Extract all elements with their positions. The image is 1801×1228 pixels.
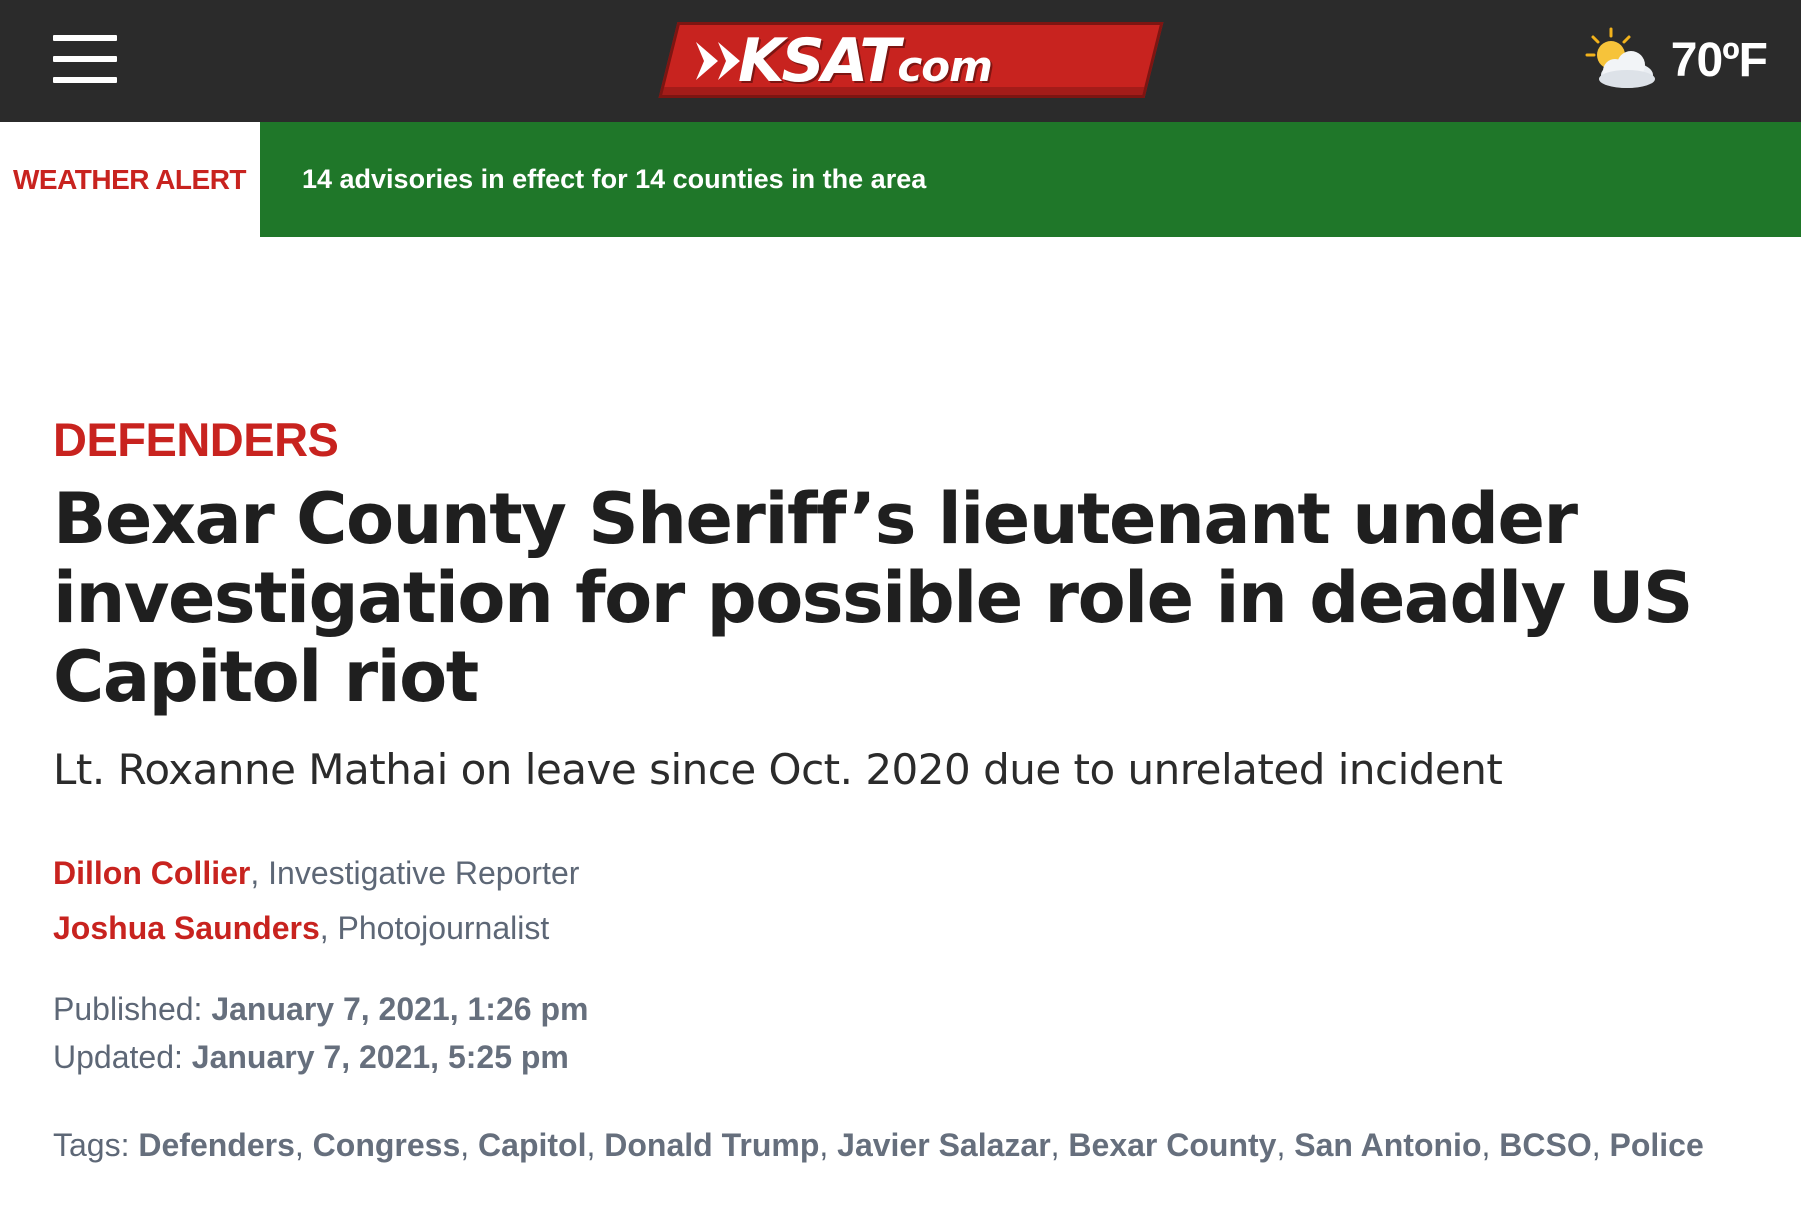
section-label-defenders[interactable]: DEFENDERS	[53, 412, 339, 468]
author-role: , Investigative Reporter	[250, 855, 580, 891]
tags-label: Tags:	[53, 1127, 139, 1163]
logo-main-text: KSAT	[738, 26, 900, 96]
tag-link[interactable]: Congress	[313, 1127, 461, 1163]
tag-link[interactable]: Javier Salazar	[837, 1127, 1051, 1163]
author-link[interactable]: Dillon Collier	[53, 855, 250, 891]
weather-alert-label: WEATHER ALERT	[0, 122, 260, 237]
author-link[interactable]: Joshua Saunders	[53, 910, 320, 946]
top-nav-bar: KSATcom 70ºF	[0, 0, 1801, 122]
partly-sunny-icon	[1585, 27, 1655, 88]
byline-author-2: Joshua Saunders, Photojournalist	[53, 908, 549, 948]
tag-separator: ,	[1591, 1127, 1610, 1163]
updated-label: Updated:	[53, 1039, 192, 1075]
ksat-logo[interactable]: KSATcom	[658, 22, 1164, 98]
weather-widget[interactable]: 70ºF	[1581, 24, 1768, 96]
tag-link[interactable]: Police	[1610, 1127, 1704, 1163]
tag-separator: ,	[1481, 1127, 1500, 1163]
updated-date-line: Updated: January 7, 2021, 5:25 pm	[53, 1037, 569, 1077]
hamburger-menu-icon[interactable]	[53, 35, 117, 84]
author-role: , Photojournalist	[319, 910, 550, 946]
tag-separator: ,	[460, 1127, 479, 1163]
logo-suffix-text: com	[897, 42, 993, 91]
tag-link[interactable]: BCSO	[1499, 1127, 1591, 1163]
article-subheadline: Lt. Roxanne Mathai on leave since Oct. 2…	[53, 745, 1503, 794]
article-headline: Bexar County Sheriff’s lieutenant under …	[53, 478, 1693, 718]
published-date: January 7, 2021, 1:26 pm	[211, 991, 589, 1027]
tag-separator: ,	[294, 1127, 313, 1163]
weather-alert-message[interactable]: 14 advisories in effect for 14 counties …	[260, 122, 1801, 237]
tag-separator: ,	[1276, 1127, 1295, 1163]
published-label: Published:	[53, 991, 212, 1027]
logo-wordmark: KSATcom	[738, 26, 993, 96]
tags-line: Tags: Defenders, Congress, Capitol, Dona…	[53, 1125, 1793, 1165]
published-date-line: Published: January 7, 2021, 1:26 pm	[53, 989, 588, 1029]
tag-link[interactable]: Donald Trump	[604, 1127, 819, 1163]
tag-separator: ,	[1050, 1127, 1069, 1163]
tag-separator: ,	[586, 1127, 605, 1163]
temperature-readout: 70ºF	[1670, 33, 1768, 87]
tag-separator: ,	[819, 1127, 838, 1163]
tag-link[interactable]: Bexar County	[1068, 1127, 1276, 1163]
byline-author-1: Dillon Collier, Investigative Reporter	[53, 853, 579, 893]
tag-link[interactable]: San Antonio	[1294, 1127, 1481, 1163]
tag-link[interactable]: Capitol	[478, 1127, 586, 1163]
tag-link[interactable]: Defenders	[138, 1127, 295, 1163]
updated-date: January 7, 2021, 5:25 pm	[191, 1039, 569, 1075]
weather-alert-bar: WEATHER ALERT 14 advisories in effect fo…	[0, 122, 1801, 237]
